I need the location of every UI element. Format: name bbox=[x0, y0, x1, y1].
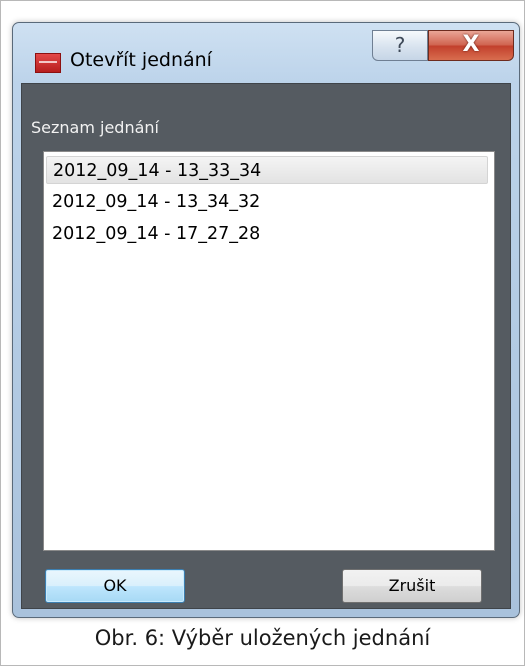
meeting-listbox[interactable]: 2012_09_14 - 13_33_34 2012_09_14 - 13_34… bbox=[43, 151, 495, 551]
cancel-button[interactable]: Zrušit bbox=[342, 569, 482, 603]
list-item[interactable]: 2012_09_14 - 13_33_34 bbox=[46, 156, 488, 184]
help-icon: ? bbox=[394, 33, 406, 57]
list-item[interactable]: 2012_09_14 - 17_27_28 bbox=[46, 220, 488, 248]
ok-button[interactable]: OK bbox=[45, 569, 185, 603]
dialog-title: Otevřít jednání bbox=[70, 49, 212, 71]
app-icon bbox=[35, 53, 61, 73]
close-icon: X bbox=[462, 32, 480, 57]
figure-frame: Otevřít jednání ? X Seznam jednání 2012_… bbox=[0, 0, 525, 666]
help-button[interactable]: ? bbox=[372, 30, 428, 61]
close-button[interactable]: X bbox=[428, 30, 514, 61]
list-item[interactable]: 2012_09_14 - 13_34_32 bbox=[46, 188, 488, 216]
title-bar: Otevřít jednání ? X bbox=[13, 23, 519, 85]
meeting-list-label: Seznam jednání bbox=[31, 118, 159, 137]
figure-caption: Obr. 6: Výběr uložených jednání bbox=[94, 626, 431, 650]
